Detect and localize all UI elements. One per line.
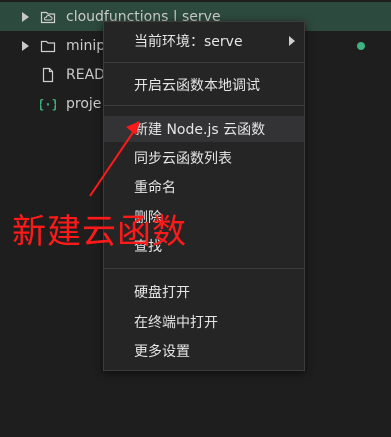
submenu-arrow-icon bbox=[289, 36, 295, 46]
tree-item-label: minip bbox=[66, 37, 106, 54]
menu-item-open-in-terminal[interactable]: 在终端中打开 bbox=[104, 309, 304, 335]
context-menu: 当前环境：serve 开启云函数本地调试 新建 Node.js 云函数 同步云函… bbox=[103, 21, 305, 371]
menu-item-local-debug[interactable]: 开启云函数本地调试 bbox=[104, 72, 304, 98]
json-braces-icon: {·} bbox=[40, 97, 56, 111]
menu-item-new-nodejs-function[interactable]: 新建 Node.js 云函数 bbox=[104, 116, 304, 142]
folder-icon bbox=[40, 40, 56, 52]
menu-separator bbox=[104, 62, 304, 63]
cloud-folder-icon bbox=[40, 11, 56, 23]
file-icon bbox=[42, 67, 54, 82]
status-dot bbox=[357, 41, 365, 50]
chevron-right-icon[interactable] bbox=[22, 11, 29, 22]
menu-item-label: 开启云函数本地调试 bbox=[134, 78, 260, 94]
chevron-right-icon[interactable] bbox=[22, 40, 29, 51]
menu-item-label: 硬盘打开 bbox=[134, 285, 190, 301]
menu-item-rename[interactable]: 重命名 bbox=[104, 174, 304, 200]
menu-item-sync-functions[interactable]: 同步云函数列表 bbox=[104, 145, 304, 171]
menu-item-label: 重命名 bbox=[134, 180, 176, 196]
menu-item-label: 在终端中打开 bbox=[134, 315, 218, 331]
svg-text:{·}: {·} bbox=[40, 97, 56, 111]
menu-item-label: 同步云函数列表 bbox=[134, 151, 232, 167]
menu-item-current-env[interactable]: 当前环境：serve bbox=[104, 28, 304, 54]
menu-item-label: 当前环境：serve bbox=[134, 34, 243, 50]
menu-item-label: 更多设置 bbox=[134, 344, 190, 360]
tree-item-label: proje bbox=[66, 95, 102, 112]
annotation-text: 新建云函数 bbox=[12, 212, 187, 252]
menu-item-more-settings[interactable]: 更多设置 bbox=[104, 338, 304, 364]
tree-item-label: READ bbox=[66, 66, 105, 83]
menu-item-label: 新建 Node.js 云函数 bbox=[134, 122, 266, 138]
menu-separator bbox=[104, 268, 304, 269]
menu-separator bbox=[104, 105, 304, 106]
menu-item-open-on-disk[interactable]: 硬盘打开 bbox=[104, 279, 304, 305]
